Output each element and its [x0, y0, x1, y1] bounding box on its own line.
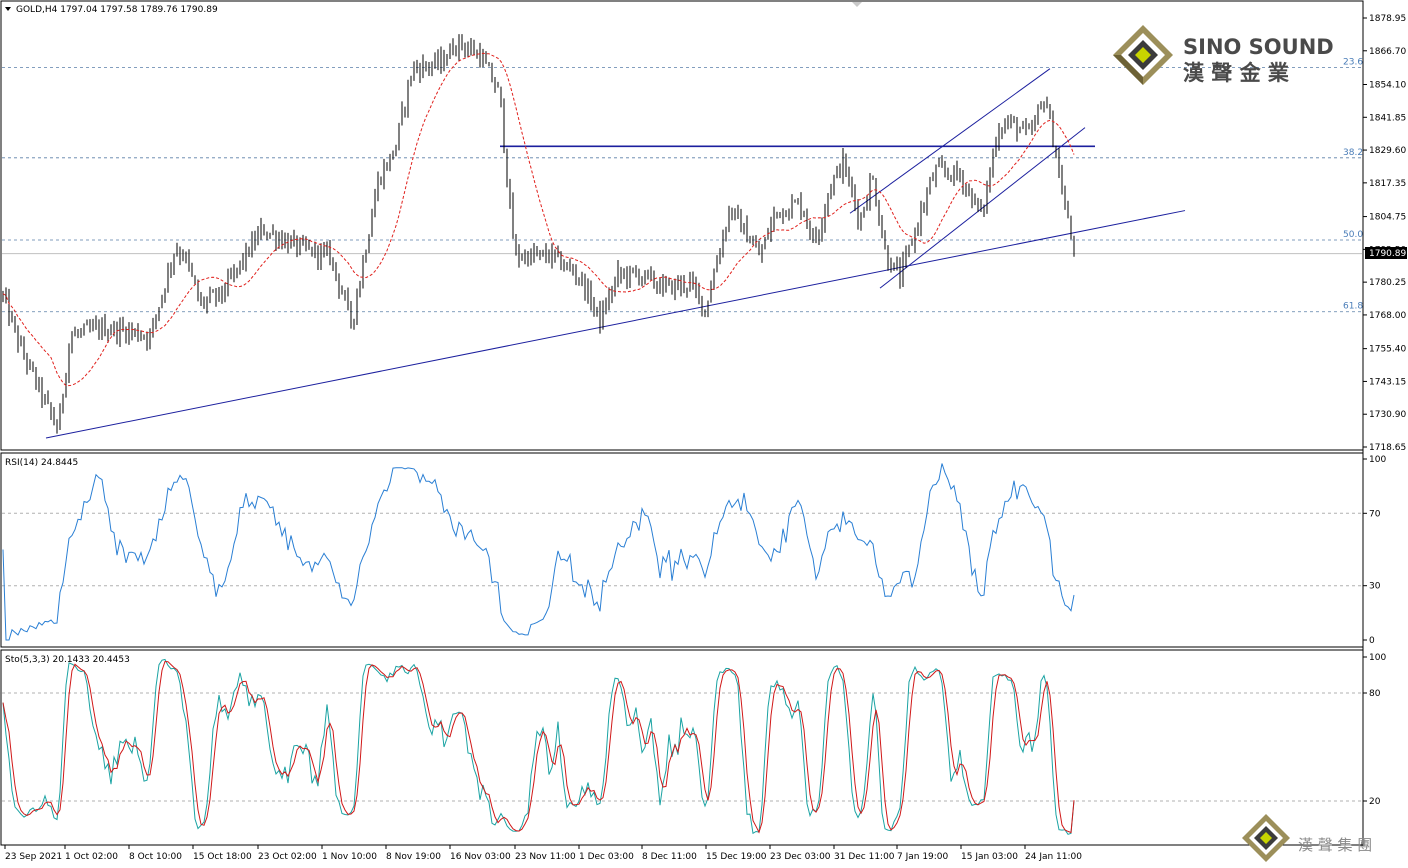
price-tick-label: 1817.35: [1369, 179, 1406, 189]
price-tick-label: 1878.95: [1369, 14, 1406, 24]
rsi-tick-label: 30: [1369, 582, 1381, 592]
time-tick-label: 24 Jan 11:00: [1025, 852, 1082, 862]
brand-name-en: SINO SOUND: [1183, 35, 1334, 59]
main-uptrend-line: [45, 210, 1186, 439]
fib-level-label: 61.8: [1343, 302, 1363, 312]
rsi-header: RSI(14) 24.8445: [5, 458, 78, 468]
price-tick-label: 1804.75: [1369, 213, 1406, 223]
time-tick-label: 15 Oct 18:00: [193, 852, 252, 862]
rsi-tick-label: 0: [1369, 636, 1375, 646]
chart-root: 23.6 38.2 50.0 61.8 1878.95 1866.70 1854.10 18…: [0, 0, 1408, 864]
price-tick-label: 1854.10: [1369, 81, 1406, 91]
price-tick-label: 1866.70: [1369, 47, 1406, 57]
time-tick-label: 23 Oct 02:00: [258, 852, 317, 862]
price-tick-label: 1743.15: [1369, 377, 1406, 387]
stoch-header: Sto(5,3,3) 20.1433 20.4453: [5, 655, 130, 665]
price-tick-label: 1730.90: [1369, 410, 1406, 420]
channel-lower-line: [879, 127, 1086, 289]
rsi-tick-label: 70: [1369, 509, 1381, 519]
price-tick-label: 1755.40: [1369, 345, 1406, 355]
sino-sound-logo: [1113, 25, 1173, 85]
price-tick-label: 1780.25: [1369, 278, 1406, 288]
stoch-signal-line: [2, 660, 1075, 834]
time-tick-label: 23 Nov 11:00: [515, 852, 576, 862]
fib-level-label: 38.2: [1343, 148, 1363, 158]
time-tick-label: 1 Oct 02:00: [65, 852, 118, 862]
fib-level-label: 50.0: [1343, 230, 1363, 240]
footer-logo: [1242, 814, 1290, 862]
moving-average-line: [2, 52, 1075, 387]
panel-frames: [0, 0, 1364, 846]
time-tick-label: 1 Nov 10:00: [322, 852, 377, 862]
price-tick-label: 1718.65: [1369, 443, 1406, 453]
brand-name-zh: 漢 聲 金 業: [1183, 61, 1290, 85]
price-tick-label: 1841.85: [1369, 113, 1406, 123]
price-tick-label: 1768.00: [1369, 311, 1406, 321]
time-tick-label: 23 Sep 2021: [5, 852, 62, 862]
rsi-tick-label: 100: [1369, 455, 1386, 465]
stoch-tick-label: 100: [1369, 653, 1386, 663]
stoch-tick-label: 20: [1369, 797, 1381, 807]
time-tick-label: 1 Dec 03:00: [579, 852, 634, 862]
footer-brand-zh: 漢 聲 集 團: [1298, 836, 1372, 854]
time-tick-label: 8 Nov 19:00: [386, 852, 441, 862]
main-header: GOLD,H4 1797.04 1797.58 1789.76 1790.89: [16, 5, 218, 15]
fib-level-label: 23.6: [1343, 57, 1363, 67]
time-tick-label: 16 Nov 03:00: [450, 852, 511, 862]
collapse-triangle-icon[interactable]: [5, 7, 11, 11]
current-price-label: 1790.89: [1369, 249, 1406, 259]
time-tick-label: 31 Dec 11:00: [834, 852, 895, 862]
time-tick-label: 7 Jan 19:00: [897, 852, 949, 862]
time-tick-label: 23 Dec 03:00: [770, 852, 831, 862]
time-tick-label: 8 Oct 10:00: [129, 852, 182, 862]
rsi-line: [2, 463, 1075, 641]
chart-svg: 23.6 38.2 50.0 61.8 1878.95 1866.70 1854.10 18…: [0, 0, 1407, 862]
price-tick-label: 1829.60: [1369, 146, 1406, 156]
time-tick-label: 8 Dec 11:00: [642, 852, 697, 862]
candles-layer: [2, 34, 1075, 434]
time-tick-label: 15 Dec 19:00: [706, 852, 767, 862]
shift-marker-icon[interactable]: [852, 2, 862, 7]
time-tick-label: 15 Jan 03:00: [961, 852, 1018, 862]
stoch-tick-label: 80: [1369, 689, 1381, 699]
